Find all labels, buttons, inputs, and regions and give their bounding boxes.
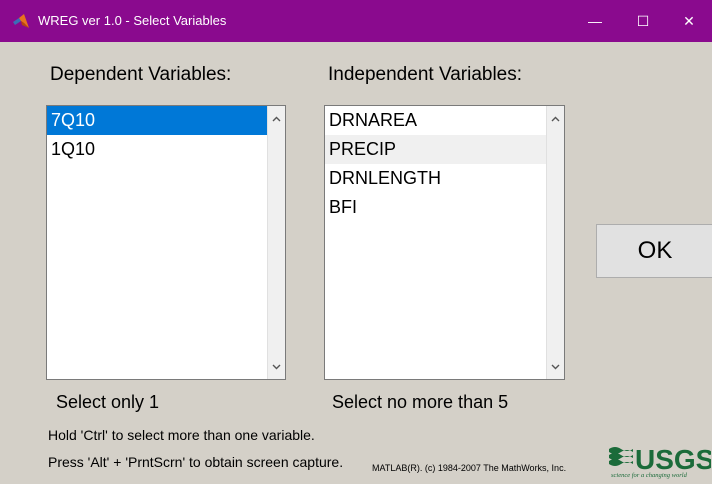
scroll-down-arrow-icon[interactable]	[268, 358, 285, 375]
dependent-hint: Select only 1	[56, 392, 160, 412]
copyright-text: MATLAB(R). (c) 1984-2007 The MathWorks, …	[372, 463, 567, 473]
maximize-button[interactable]: ☐	[620, 0, 666, 42]
svg-text:science for a changing world: science for a changing world	[611, 472, 688, 479]
maximize-icon: ☐	[636, 12, 650, 29]
independent-item-precip[interactable]: PRECIP	[325, 135, 547, 164]
dependent-variables-listbox[interactable]: 7Q10 1Q10	[46, 105, 286, 380]
independent-hint: Select no more than 5	[332, 392, 509, 412]
scroll-up-arrow-icon[interactable]	[547, 110, 564, 127]
dependent-item-7q10[interactable]: 7Q10	[47, 106, 268, 135]
dependent-variables-label: Dependent Variables:	[50, 64, 232, 85]
svg-text:USGS: USGS	[635, 444, 711, 475]
independent-item-drnlength[interactable]: DRNLENGTH	[325, 164, 547, 193]
ok-button[interactable]: OK	[596, 224, 712, 278]
ctrl-select-note: Hold 'Ctrl' to select more than one vari…	[48, 427, 315, 443]
close-icon: ✕	[683, 12, 695, 29]
scroll-down-arrow-icon[interactable]	[547, 358, 564, 375]
dependent-scrollbar[interactable]	[267, 106, 285, 379]
usgs-logo: USGS science for a changing world	[607, 441, 712, 479]
matlab-icon	[13, 14, 29, 28]
independent-variables-listbox[interactable]: DRNAREA PRECIP DRNLENGTH BFI	[324, 105, 565, 380]
window-title: WREG ver 1.0 - Select Variables	[38, 13, 227, 28]
independent-item-drnarea[interactable]: DRNAREA	[325, 106, 547, 135]
dependent-item-1q10[interactable]: 1Q10	[47, 135, 268, 164]
title-bar[interactable]: WREG ver 1.0 - Select Variables — ☐ ✕	[0, 0, 712, 42]
independent-item-bfi[interactable]: BFI	[325, 193, 547, 222]
screen-capture-note: Press 'Alt' + 'PrntScrn' to obtain scree…	[48, 454, 344, 470]
minimize-icon: —	[588, 13, 602, 29]
independent-variables-label: Independent Variables:	[328, 64, 523, 85]
scroll-up-arrow-icon[interactable]	[268, 110, 285, 127]
usgs-logo-graphic: USGS science for a changing world	[609, 444, 712, 479]
close-button[interactable]: ✕	[666, 0, 712, 42]
independent-scrollbar[interactable]	[546, 106, 564, 379]
minimize-button[interactable]: —	[572, 0, 618, 42]
